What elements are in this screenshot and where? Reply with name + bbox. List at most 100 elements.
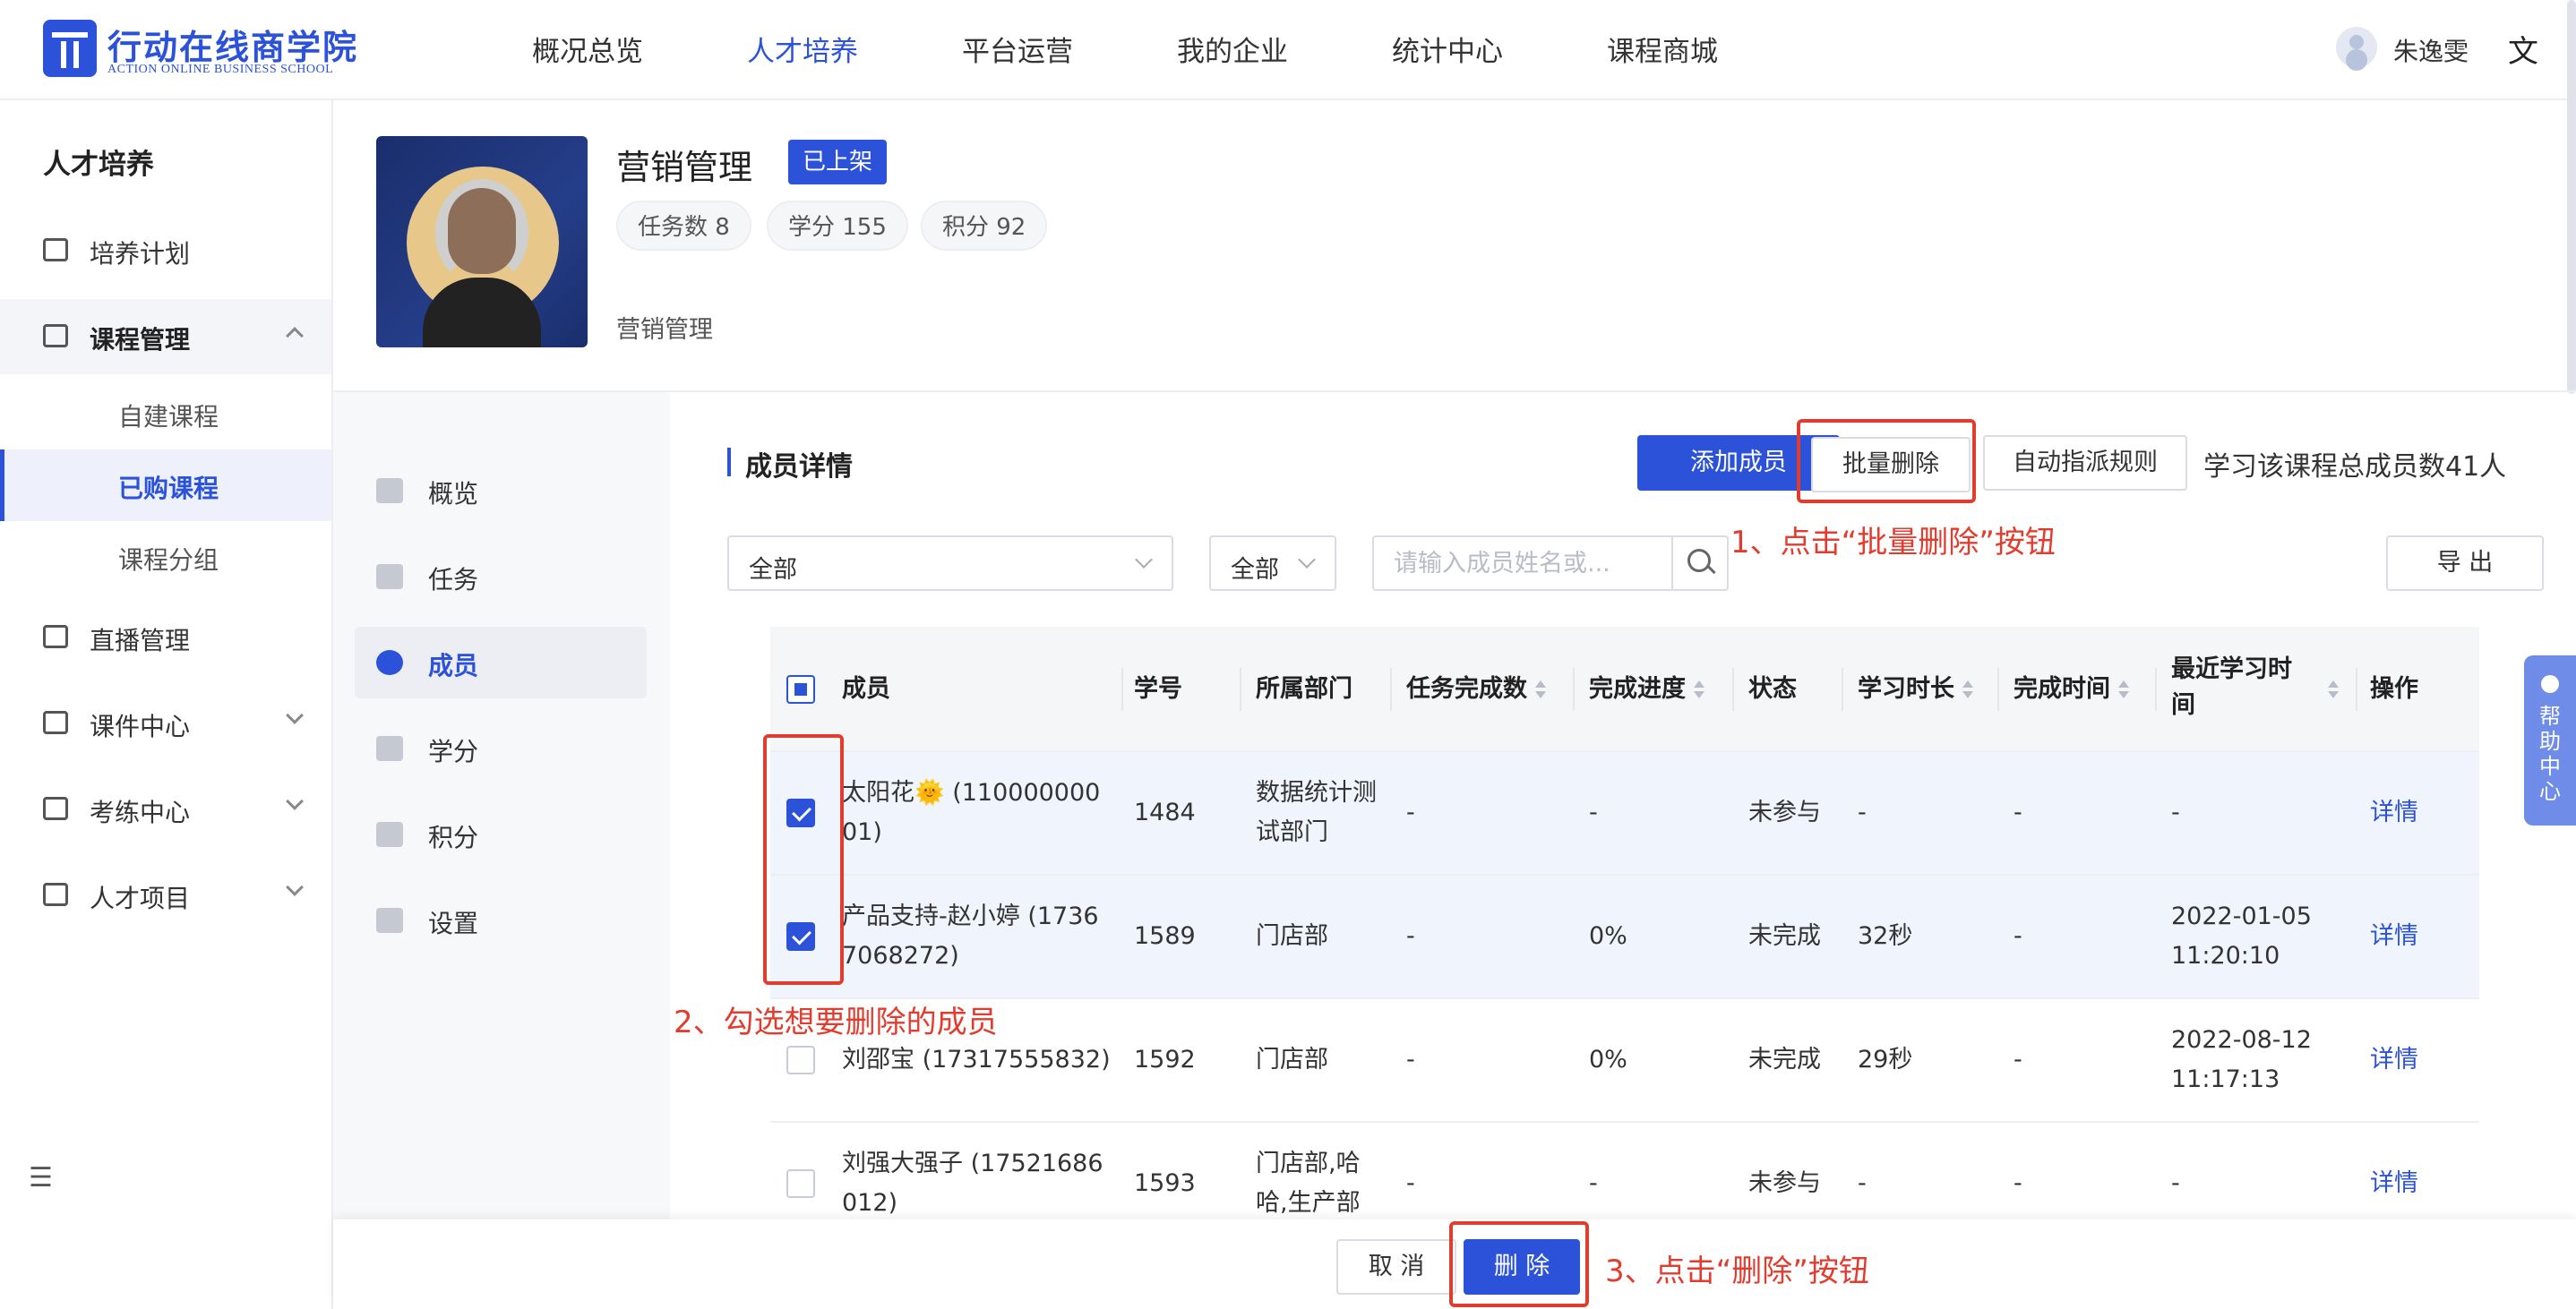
inbox-icon [43,711,68,734]
coins-icon [376,822,403,847]
annotation-box-delete [1449,1221,1589,1307]
member-done-time: - [2014,922,2022,950]
logo-mark-icon [43,20,97,77]
sidebar-item-live[interactable]: 直播管理 [0,600,331,675]
subnav-members[interactable]: 成员 [355,627,647,698]
sidebar-item-plan[interactable]: 培养计划 [0,213,331,288]
member-name: 刘邵宝 (17317555832) [842,1046,1111,1074]
brand-name-en: ACTION ONLINE BUSINESS SCHOOL [107,63,334,76]
course-tag-tasks: 任务数 8 [616,201,751,251]
column-header-sortable[interactable]: 完成进度 [1589,672,1705,707]
course-cover-image [376,136,588,347]
sidebar-sub-label: 自建课程 [118,402,219,432]
nav-enterprise[interactable]: 我的企业 [1177,29,1288,69]
sidebar-sub-self-built[interactable]: 自建课程 [0,378,331,449]
sidebar-item-courseware[interactable]: 课件中心 [0,686,331,761]
member-name: 太阳花🌞 (11000000001) [842,779,1101,846]
member-duration: 29秒 [1858,1046,1913,1074]
subnav-label: 积分 [428,823,479,852]
sort-icon[interactable] [2320,672,2340,707]
lightbulb-icon [2541,675,2559,693]
page-scrollbar[interactable] [2567,0,2576,394]
nav-overview[interactable]: 概况总览 [532,29,643,69]
member-duration: - [1858,1169,1867,1197]
chevron-down-icon [286,878,304,896]
nav-talent[interactable]: 人才培养 [747,29,858,69]
credit-icon [376,736,403,761]
sort-icon [1693,680,1705,700]
video-icon [43,625,68,648]
member-dept: 数据统计测试部门 [1256,779,1377,846]
help-center-label: 帮助中心 [2539,704,2561,804]
member-dept: 门店部 [1256,922,1328,950]
total-members-label: 学习该课程总成员数41人 [2203,451,2507,483]
cancel-button[interactable]: 取 消 [1336,1239,1456,1295]
annotation-step1: 1、点击“批量删除”按钮 [1730,525,2056,560]
sidebar-sub-group[interactable]: 课程分组 [0,521,331,593]
annotation-step2: 2、勾选想要删除的成员 [674,1005,998,1040]
book-icon [43,324,68,347]
member-status: 未完成 [1748,1046,1821,1074]
column-header-sortable[interactable]: 学习时长 [1858,672,1974,707]
member-search-box [1372,535,1729,591]
member-last-time: 2022-08-12 11:17:13 [2171,1026,2312,1093]
course-status-badge: 已上架 [788,140,888,184]
subnav-points[interactable]: 积分 [355,799,647,870]
task-icon [376,564,403,589]
member-id: 1589 [1134,922,1196,950]
subnav-label: 学分 [428,737,479,766]
member-id: 1484 [1134,799,1196,826]
detail-link[interactable]: 详情 [2370,1164,2418,1203]
subnav-tasks[interactable]: 任务 [355,541,647,612]
sidebar-sub-label: 课程分组 [118,545,219,575]
translate-icon[interactable]: 文 [2508,27,2538,71]
detail-link[interactable]: 详情 [2370,917,2418,956]
column-header-sortable[interactable]: 最近学习时间 [2171,652,2306,723]
user-avatar[interactable] [2336,27,2377,68]
nav-statistics[interactable]: 统计中心 [1392,29,1503,69]
column-header: 学号 [1134,675,1182,703]
subnav-credits[interactable]: 学分 [355,713,647,784]
user-name[interactable]: 朱逸雯 [2393,32,2469,68]
sidebar-item-label: 培养计划 [90,239,191,269]
row-checkbox[interactable] [786,1169,815,1198]
annotation-box-checkboxes [763,734,844,985]
detail-link[interactable]: 详情 [2370,793,2418,833]
member-tasks: - [1406,799,1415,826]
nav-course-mall[interactable]: 课程商城 [1607,29,1718,69]
sidebar-item-label: 考练中心 [90,798,191,827]
member-status: 未参与 [1748,799,1821,826]
export-button[interactable]: 导 出 [2386,535,2544,591]
search-icon[interactable] [1671,537,1727,589]
department-filter-select[interactable]: 全部 [727,535,1173,591]
member-search-input[interactable] [1374,537,1673,589]
auto-assign-rule-button[interactable]: 自动指派规则 [1983,435,2187,491]
sidebar-item-course-management[interactable]: 课程管理 [0,299,331,374]
sidebar-collapse-icon[interactable]: ☰ [29,1162,53,1194]
chevron-down-icon [286,706,304,724]
sidebar-item-talent-project[interactable]: 人才项目 [0,858,331,933]
sidebar-item-exam[interactable]: 考练中心 [0,772,331,847]
section-accent-bar [727,448,731,476]
subnav-overview[interactable]: 概览 [355,455,647,526]
column-header-sortable[interactable]: 任务完成数 [1406,672,1547,707]
row-checkbox[interactable] [786,1046,815,1074]
subnav-settings[interactable]: 设置 [355,885,647,956]
help-center-button[interactable]: 帮助中心 [2524,655,2576,826]
member-tasks: - [1406,922,1415,950]
detail-link[interactable]: 详情 [2370,1040,2418,1080]
users-icon [376,650,403,675]
select-all-checkbox[interactable] [786,675,815,704]
member-progress: - [1589,1169,1598,1197]
column-header-sortable[interactable]: 完成时间 [2014,672,2130,707]
sidebar-sub-purchased[interactable]: 已购课程 [0,449,331,521]
nav-operations[interactable]: 平台运营 [962,29,1073,69]
sort-icon [2117,680,2130,700]
annotation-box-batch-delete [1797,419,1976,503]
member-done-time: - [2014,1169,2022,1197]
member-status: 未完成 [1748,922,1821,950]
status-filter-select[interactable]: 全部 [1209,535,1336,591]
brand-logo[interactable]: 行动在线商学院 ACTION ONLINE BUSINESS SCHOOL [43,20,383,79]
section-title: 成员详情 [745,451,853,483]
brand-name: 行动在线商学院 [107,28,359,67]
